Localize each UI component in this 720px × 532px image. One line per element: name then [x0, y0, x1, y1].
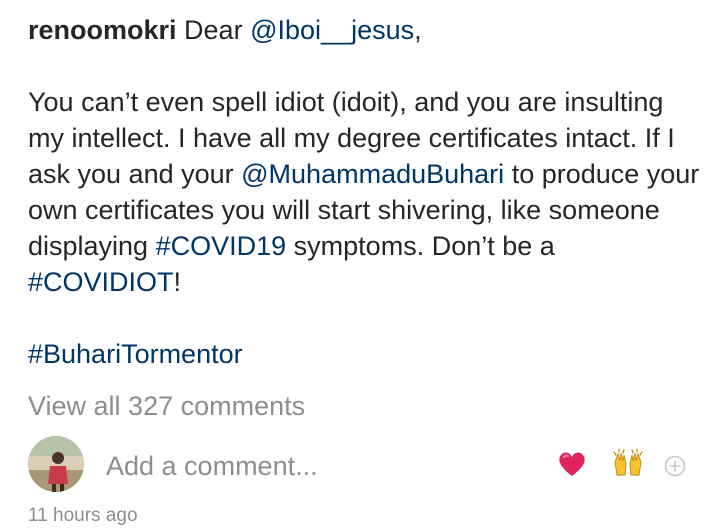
hashtag-link-covid19[interactable]: #COVID19 [156, 231, 287, 261]
raising-hands-icon[interactable] [612, 448, 644, 480]
username-link[interactable]: renoomokri [28, 15, 177, 45]
caption-header-line: renoomokri Dear @Iboi__jesus, [28, 12, 700, 48]
add-reaction-icon[interactable] [664, 455, 686, 477]
avatar[interactable] [28, 436, 84, 492]
caption-comma: , [414, 15, 422, 45]
post-timestamp: 11 hours ago [28, 505, 138, 526]
hashtag-link-buharitormentor[interactable]: #BuhariTormentor [28, 339, 243, 369]
mention-link-buhari[interactable]: @MuhammaduBuhari [241, 159, 504, 189]
hashtag-link-covidiot[interactable]: #COVIDIOT [28, 267, 174, 297]
caption-paragraph: You can’t even spell idiot (idoit), and … [28, 84, 700, 300]
add-comment-input[interactable]: Add a comment... [106, 450, 318, 482]
mention-link-iboi[interactable]: @Iboi__jesus [250, 15, 414, 45]
caption-hashtag-line: #BuhariTormentor [28, 336, 700, 372]
caption-greeting: Dear [184, 15, 243, 45]
post-caption: renoomokri Dear @Iboi__jesus, You can’t … [28, 12, 700, 372]
red-heart-icon[interactable] [556, 448, 588, 480]
view-all-comments-link[interactable]: View all 327 comments [28, 388, 305, 424]
avatar-photo [28, 436, 84, 492]
caption-text-part-3: symptoms. Don’t be a [293, 231, 555, 261]
caption-exclamation: ! [173, 267, 182, 297]
